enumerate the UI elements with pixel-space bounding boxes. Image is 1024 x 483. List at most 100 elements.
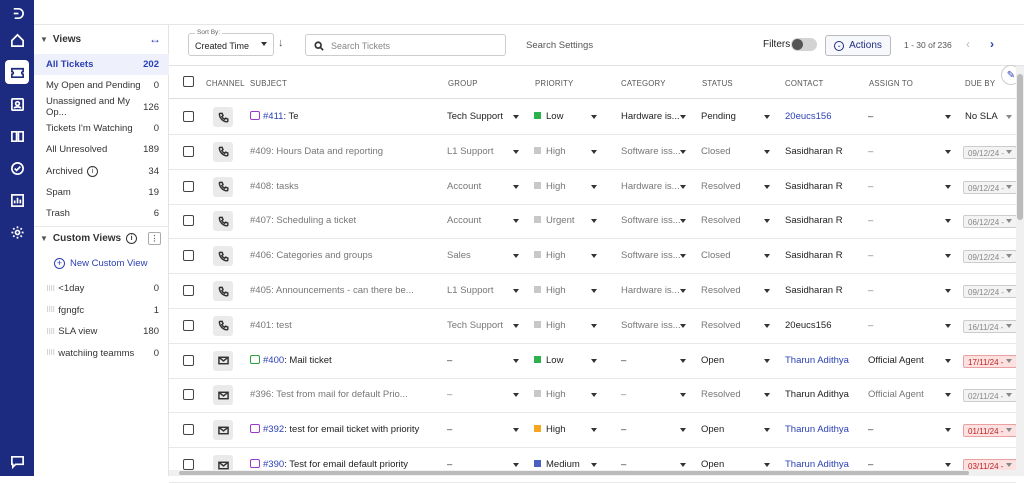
subject-cell[interactable]: #411: Te [250, 111, 299, 122]
caret-down-icon[interactable] [945, 289, 951, 293]
ticket-subject[interactable]: : Test for email default priority [284, 459, 408, 470]
contact-link[interactable]: Sasidharan R [785, 146, 843, 157]
caret-down-icon[interactable] [1006, 358, 1012, 363]
group-select[interactable]: Account [447, 215, 481, 226]
caret-down-icon[interactable] [591, 184, 597, 189]
caret-down-icon[interactable] [680, 358, 686, 363]
sidebar-view-item[interactable]: Tickets I'm Watching 0 [34, 118, 169, 139]
reorder-icon[interactable]: ⋮ [148, 232, 161, 245]
subject-cell[interactable]: #407: Scheduling a ticket [250, 215, 356, 226]
priority-select[interactable]: High [534, 146, 566, 157]
category-select[interactable]: – [621, 389, 626, 400]
assign-to-select[interactable]: Official Agent [868, 355, 924, 366]
caret-down-icon[interactable] [591, 323, 597, 328]
category-select[interactable]: – [621, 355, 626, 366]
status-select[interactable]: Resolved [701, 320, 741, 331]
status-select[interactable]: Open [701, 355, 724, 366]
ticket-row[interactable]: #407: Scheduling a ticket Account Urgent So… [169, 204, 1017, 240]
vertical-scrollbar[interactable] [1016, 66, 1024, 476]
priority-select[interactable]: High [534, 250, 566, 261]
drag-handle-icon[interactable]: ⠿⠿ [46, 306, 55, 314]
assign-to-select[interactable]: – [868, 181, 873, 192]
group-select[interactable]: Account [447, 181, 481, 192]
caret-down-icon[interactable] [764, 219, 770, 224]
group-select[interactable]: – [447, 355, 452, 366]
ticket-subject[interactable]: : test for email ticket with priority [284, 424, 419, 435]
caret-down-icon[interactable] [1006, 219, 1012, 224]
caret-down-icon[interactable] [764, 115, 770, 119]
priority-select[interactable]: Low [534, 355, 563, 366]
filters-toggle[interactable] [791, 38, 817, 51]
caret-down-icon[interactable] [591, 289, 597, 293]
category-select[interactable]: – [621, 424, 626, 435]
settings-icon[interactable] [5, 220, 29, 244]
caret-down-icon[interactable] [764, 323, 770, 328]
caret-down-icon[interactable] [1006, 393, 1012, 398]
sidebar-view-item[interactable]: Spam 19 [34, 182, 169, 203]
col-priority[interactable]: PRIORITY [535, 79, 573, 88]
ticket-row[interactable]: #406: Categories and groups Sales High Soft… [169, 239, 1017, 275]
sidebar-view-item[interactable]: All Tickets 202 [34, 54, 169, 75]
custom-view-item[interactable]: ⠿⠿ watchiing teamms 0 [34, 343, 169, 364]
group-select[interactable]: – [447, 389, 452, 400]
row-checkbox[interactable] [183, 424, 194, 436]
group-select[interactable]: Sales [447, 250, 471, 261]
caret-down-icon[interactable] [513, 254, 519, 259]
contact-link[interactable]: Sasidharan R [785, 250, 843, 261]
sidebar-view-item[interactable]: All Unresolved 189 [34, 139, 169, 160]
group-select[interactable]: L1 Support [447, 285, 493, 296]
ticket-id-link[interactable]: #411 [263, 111, 283, 122]
ticket-subject[interactable]: #406: Categories and groups [250, 250, 373, 261]
tasks-icon[interactable] [5, 156, 29, 180]
drag-handle-icon[interactable]: ⠿⠿ [46, 349, 55, 357]
category-select[interactable]: Software iss... [621, 146, 681, 157]
sidebar-view-item[interactable]: Archived i 34 [34, 161, 169, 182]
caret-down-icon[interactable] [1006, 323, 1012, 328]
assign-to-select[interactable]: – [868, 424, 873, 435]
caret-down-icon[interactable] [680, 219, 686, 224]
assign-to-select[interactable]: – [868, 250, 873, 261]
contact-link[interactable]: 20eucs156 [785, 320, 831, 331]
subject-cell[interactable]: #392: test for email ticket with priorit… [250, 424, 419, 435]
priority-select[interactable]: High [534, 320, 566, 331]
row-checkbox[interactable] [183, 319, 194, 331]
group-select[interactable]: L1 Support [447, 146, 493, 157]
sidebar-view-item[interactable]: My Open and Pending 0 [34, 75, 169, 96]
status-select[interactable]: Open [701, 424, 724, 435]
caret-down-icon[interactable] [945, 323, 951, 328]
col-subject[interactable]: SUBJECT [250, 79, 287, 88]
views-header[interactable]: ▼ Views ↔ [34, 27, 169, 51]
caret-down-icon[interactable] [591, 254, 597, 259]
subject-cell[interactable]: #406: Categories and groups [250, 250, 373, 261]
ticket-subject[interactable]: #396: Test from mail for default Prio... [250, 389, 408, 400]
caret-down-icon[interactable] [764, 289, 770, 293]
subject-cell[interactable]: #400: Mail ticket [250, 354, 332, 366]
new-custom-view-link[interactable]: + New Custom View [54, 258, 147, 269]
ticket-subject[interactable]: #408: tasks [250, 181, 299, 192]
ticket-row[interactable]: #405: Announcements - can there be... L1 … [169, 274, 1017, 309]
group-select[interactable]: Tech Support [447, 320, 503, 331]
caret-down-icon[interactable] [513, 428, 519, 433]
sidebar-view-item[interactable]: Trash 6 [34, 203, 169, 224]
horizontal-scrollbar[interactable] [169, 470, 1016, 476]
status-select[interactable]: Resolved [701, 215, 741, 226]
caret-down-icon[interactable] [945, 358, 951, 363]
subject-cell[interactable]: #409: Hours Data and reporting [250, 146, 383, 157]
ticket-id-link[interactable]: #390 [263, 459, 284, 470]
col-category[interactable]: CATEGORY [621, 79, 666, 88]
assign-to-select[interactable]: – [868, 146, 873, 157]
row-checkbox[interactable] [183, 250, 194, 262]
ticket-subject[interactable]: #401: test [250, 320, 292, 331]
actions-button[interactable]: ⌄ Actions [825, 35, 891, 56]
priority-select[interactable]: Urgent [534, 215, 575, 226]
caret-down-icon[interactable] [513, 463, 519, 467]
contact-link[interactable]: Tharun Adithya [785, 424, 849, 435]
ticket-row[interactable]: #409: Hours Data and reporting L1 Support… [169, 135, 1017, 170]
category-select[interactable]: Hardware is... [621, 181, 680, 192]
caret-down-icon[interactable] [513, 149, 519, 154]
caret-down-icon[interactable] [513, 115, 519, 119]
drag-handle-icon[interactable]: ⠿⠿ [46, 285, 55, 293]
caret-down-icon[interactable] [513, 219, 519, 224]
caret-down-icon[interactable] [513, 393, 519, 398]
ticket-id-link[interactable]: #400 [263, 355, 284, 366]
